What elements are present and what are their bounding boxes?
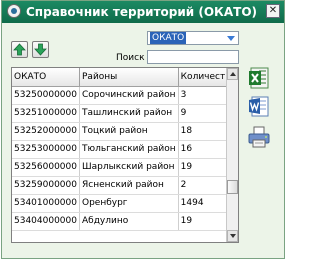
dropdown-arrow-icon[interactable] bbox=[226, 34, 236, 43]
table-row[interactable]: 53259000000 Ясненский район 2 bbox=[12, 176, 238, 195]
move-up-button[interactable] bbox=[11, 41, 28, 58]
table-row[interactable]: 53250000000 Сорочинский район 3 bbox=[12, 86, 238, 105]
district-cell: Оренбург bbox=[79, 194, 179, 213]
move-down-button[interactable] bbox=[32, 41, 49, 58]
district-cell: Абдулино bbox=[79, 212, 179, 231]
window-title: Справочник территорий (ОКАТО) bbox=[26, 5, 257, 19]
table-row[interactable]: 53404000000 Абдулино 19 bbox=[12, 212, 238, 231]
close-button[interactable]: ✕ bbox=[266, 4, 280, 18]
okato-cell: 53252000000 bbox=[12, 122, 80, 141]
title-bar[interactable]: Справочник территорий (ОКАТО) ✕ bbox=[2, 1, 284, 23]
excel-export-icon[interactable] bbox=[248, 67, 270, 89]
okato-cell: 53251000000 bbox=[12, 104, 80, 123]
scroll-up-button[interactable] bbox=[227, 68, 238, 80]
district-cell: Тюльганский район bbox=[79, 140, 179, 159]
search-label: Поиск bbox=[116, 53, 145, 63]
district-cell: Шарлыкский район bbox=[79, 158, 179, 177]
table-row[interactable]: 53256000000 Шарлыкский район 19 bbox=[12, 158, 238, 177]
okato-cell: 53404000000 bbox=[12, 212, 80, 231]
okato-cell: 53250000000 bbox=[12, 86, 80, 105]
green-up-arrow-icon bbox=[13, 43, 26, 56]
okato-cell: 53256000000 bbox=[12, 158, 80, 177]
green-down-arrow-icon bbox=[34, 43, 47, 56]
table-row[interactable]: 53253000000 Тюльганский район 16 bbox=[12, 140, 238, 159]
scrollbar-thumb[interactable] bbox=[227, 180, 238, 194]
printer-icon[interactable] bbox=[248, 126, 270, 148]
search-field-select[interactable]: ОКАТО bbox=[147, 31, 239, 45]
search-field-value: ОКАТО bbox=[150, 32, 187, 44]
column-header-districts[interactable]: Районы bbox=[79, 68, 179, 87]
scroll-down-button[interactable] bbox=[227, 230, 238, 242]
word-export-icon[interactable] bbox=[248, 95, 270, 117]
table-row[interactable]: 53252000000 Тоцкий район 18 bbox=[12, 122, 238, 141]
scroll-down-arrow-icon bbox=[230, 234, 236, 238]
vertical-scrollbar[interactable] bbox=[226, 68, 238, 242]
table-header-row: ОКАТО Районы Количество bbox=[12, 68, 238, 87]
district-cell: Ясненский район bbox=[79, 176, 179, 195]
table-row[interactable]: 53251000000 Ташлинский район 9 bbox=[12, 104, 238, 123]
table-row[interactable]: 53401000000 Оренбург 1494 bbox=[12, 194, 238, 213]
okato-cell: 53259000000 bbox=[12, 176, 80, 195]
district-cell: Тоцкий район bbox=[79, 122, 179, 141]
territory-table: ОКАТО Районы Количество 53250000000 Соро… bbox=[11, 67, 239, 243]
district-cell: Сорочинский район bbox=[79, 86, 179, 105]
territory-directory-window: Справочник территорий (ОКАТО) ✕ ОКАТО По… bbox=[1, 0, 285, 259]
scroll-up-arrow-icon bbox=[230, 72, 236, 76]
app-icon bbox=[7, 4, 21, 18]
column-header-okato[interactable]: ОКАТО bbox=[12, 68, 80, 87]
okato-cell: 53401000000 bbox=[12, 194, 80, 213]
okato-cell: 53253000000 bbox=[12, 140, 80, 159]
district-cell: Ташлинский район bbox=[79, 104, 179, 123]
search-input[interactable] bbox=[147, 50, 239, 64]
